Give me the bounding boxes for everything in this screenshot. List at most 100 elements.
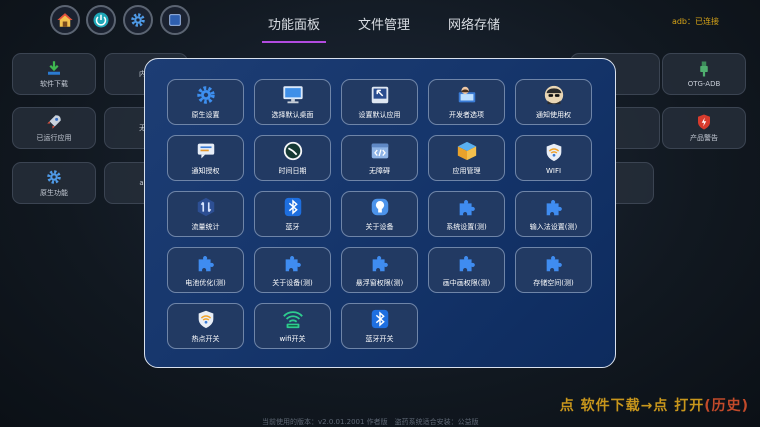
clock-icon bbox=[283, 141, 302, 161]
tile-label: 流量统计 bbox=[191, 223, 220, 231]
tile-bluetooth[interactable]: 蓝牙 bbox=[254, 191, 331, 237]
puzzle-icon bbox=[372, 256, 388, 272]
download-hint: 点 软件下载→点 打开(历史) bbox=[560, 395, 749, 415]
tile-accessibility[interactable]: 无障碍 bbox=[341, 135, 418, 181]
hint-history[interactable]: (历史) bbox=[704, 398, 749, 414]
tile-label: 时间日期 bbox=[278, 167, 307, 175]
tab-function-panel[interactable]: 功能面板 bbox=[261, 14, 327, 43]
tile-label: 关于设备 bbox=[365, 223, 394, 231]
tile-label: wifi开关 bbox=[279, 335, 306, 343]
bg-tile-otg-adb[interactable]: OTG-ADB bbox=[662, 53, 746, 95]
spy-icon bbox=[544, 85, 563, 105]
main-tabs: 功能面板 文件管理 网络存储 bbox=[261, 14, 500, 43]
function-grid: 原生设置 选择默认桌面 设置默认应用 开发者选项 通知使用权 通知授权 时间日期 bbox=[167, 79, 592, 349]
bg-tile-download[interactable]: 软件下载 bbox=[12, 53, 96, 95]
adb-status: adb：已连接 bbox=[671, 17, 719, 26]
gear-icon bbox=[47, 170, 61, 184]
tile-label: 原生设置 bbox=[191, 111, 220, 119]
app-window-icon bbox=[371, 86, 388, 104]
tab-network-storage[interactable]: 网络存储 bbox=[448, 14, 500, 43]
tab-file-manager[interactable]: 文件管理 bbox=[358, 14, 410, 43]
gear-icon bbox=[131, 13, 145, 27]
bg-tile-native[interactable]: 原生功能 bbox=[12, 162, 96, 204]
tile-overlay-perm-test[interactable]: 悬浮窗权限(测) bbox=[341, 247, 418, 293]
bluetooth-icon bbox=[284, 197, 301, 217]
about-icon bbox=[371, 198, 388, 216]
usb-icon bbox=[700, 61, 708, 77]
tile-label: 输入法设置(测) bbox=[529, 223, 578, 231]
tile-label: 设置默认应用 bbox=[358, 111, 401, 119]
tile-label: 无障碍 bbox=[369, 167, 390, 175]
hint-main: 点 软件下载→点 打开 bbox=[559, 398, 705, 414]
stop-icon bbox=[169, 14, 181, 26]
tile-about-device-test[interactable]: 关于设备(测) bbox=[254, 247, 331, 293]
monitor-icon bbox=[282, 86, 303, 104]
puzzle-icon bbox=[285, 256, 301, 272]
tile-label: 存储空间(测) bbox=[533, 279, 574, 287]
power-button[interactable] bbox=[86, 5, 116, 35]
tile-label: 电池优化(测) bbox=[185, 279, 226, 287]
traffic-icon bbox=[197, 197, 214, 217]
chat-icon bbox=[197, 143, 214, 159]
tile-battery-opt-test[interactable]: 电池优化(测) bbox=[167, 247, 244, 293]
tile-traffic-stats[interactable]: 流量统计 bbox=[167, 191, 244, 237]
home-icon bbox=[57, 13, 73, 27]
tile-pip-perm-test[interactable]: 画中画权限(测) bbox=[428, 247, 505, 293]
tile-system-settings-test[interactable]: 系统设置(测) bbox=[428, 191, 505, 237]
wifi-icon bbox=[546, 143, 561, 162]
tile-default-launcher[interactable]: 选择默认桌面 bbox=[254, 79, 331, 125]
bg-tile-warning[interactable]: 产品警告 bbox=[662, 107, 746, 149]
bg-tile-label: 已运行应用 bbox=[36, 134, 72, 142]
puzzle-icon bbox=[459, 200, 475, 216]
tile-default-apps[interactable]: 设置默认应用 bbox=[341, 79, 418, 125]
bg-tile-running-apps[interactable]: 已运行应用 bbox=[12, 107, 96, 149]
tile-label: 开发者选项 bbox=[449, 111, 484, 119]
tile-label: 通知授权 bbox=[191, 167, 220, 175]
tile-notification-auth[interactable]: 通知授权 bbox=[167, 135, 244, 181]
tile-app-manager[interactable]: 应用管理 bbox=[428, 135, 505, 181]
puzzle-icon bbox=[546, 256, 562, 272]
tile-wifi[interactable]: WIFI bbox=[515, 135, 592, 181]
bg-tile-label: 原生功能 bbox=[40, 189, 68, 197]
tile-input-method-test[interactable]: 输入法设置(测) bbox=[515, 191, 592, 237]
tile-date-time[interactable]: 时间日期 bbox=[254, 135, 331, 181]
gear-icon bbox=[196, 86, 215, 104]
code-icon bbox=[371, 143, 388, 159]
bg-tile-label: 软件下载 bbox=[40, 80, 68, 88]
bluetooth-icon bbox=[371, 309, 388, 329]
power-icon bbox=[93, 12, 109, 28]
tile-label: 选择默认桌面 bbox=[271, 111, 314, 119]
developer-icon bbox=[458, 86, 475, 103]
tile-label: 关于设备(测) bbox=[272, 279, 313, 287]
tile-storage-test[interactable]: 存储空间(测) bbox=[515, 247, 592, 293]
function-panel: 原生设置 选择默认桌面 设置默认应用 开发者选项 通知使用权 通知授权 时间日期 bbox=[144, 58, 616, 368]
tile-label: 应用管理 bbox=[452, 167, 481, 175]
tile-hotspot-switch[interactable]: 热点开关 bbox=[167, 303, 244, 349]
settings-button[interactable] bbox=[123, 5, 153, 35]
rocket-icon bbox=[47, 115, 61, 129]
wifi-switch-icon bbox=[282, 311, 303, 329]
tile-label: 画中画权限(测) bbox=[442, 279, 491, 287]
download-icon bbox=[48, 61, 60, 75]
home-button[interactable] bbox=[50, 5, 80, 35]
puzzle-icon bbox=[459, 256, 475, 272]
stop-button[interactable] bbox=[160, 5, 190, 35]
tile-about-device[interactable]: 关于设备 bbox=[341, 191, 418, 237]
tile-developer-options[interactable]: 开发者选项 bbox=[428, 79, 505, 125]
top-bar: 功能面板 文件管理 网络存储 adb：已连接 bbox=[0, 0, 760, 44]
tile-wifi-switch[interactable]: wifi开关 bbox=[254, 303, 331, 349]
tile-label: 系统设置(测) bbox=[446, 223, 487, 231]
tile-native-settings[interactable]: 原生设置 bbox=[167, 79, 244, 125]
puzzle-icon bbox=[546, 200, 562, 216]
tile-label: WIFI bbox=[545, 167, 562, 175]
tile-label: 热点开关 bbox=[191, 335, 220, 343]
tile-label: 通知使用权 bbox=[536, 111, 571, 119]
box-icon bbox=[457, 141, 476, 161]
shield-warning-icon bbox=[698, 114, 710, 130]
tile-label: 蓝牙开关 bbox=[365, 335, 394, 343]
tile-bluetooth-switch[interactable]: 蓝牙开关 bbox=[341, 303, 418, 349]
tile-notification-access[interactable]: 通知使用权 bbox=[515, 79, 592, 125]
tile-label: 悬浮窗权限(测) bbox=[355, 279, 404, 287]
tile-label: 蓝牙 bbox=[285, 223, 300, 231]
hotspot-icon bbox=[198, 310, 213, 329]
